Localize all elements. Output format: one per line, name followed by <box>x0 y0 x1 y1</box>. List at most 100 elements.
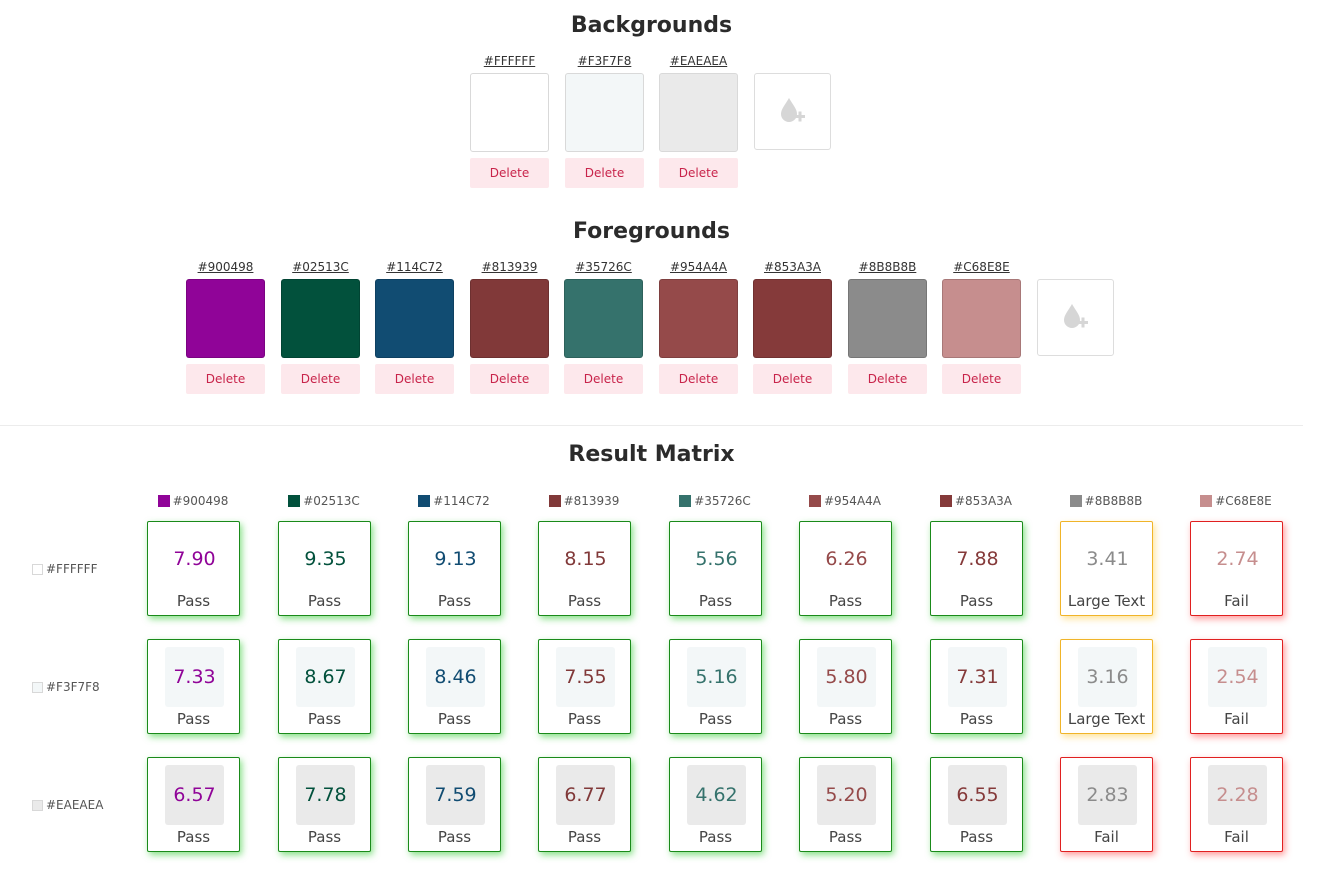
foreground-swatch-2: #114C72 Delete <box>375 260 454 394</box>
delete-button[interactable]: Delete <box>375 364 454 394</box>
contrast-status: Pass <box>307 828 342 846</box>
color-swatch[interactable] <box>470 279 549 358</box>
contrast-status: Pass <box>959 592 994 610</box>
contrast-result-cell: 5.80 Pass <box>799 639 892 734</box>
add-color-drop-icon <box>1063 303 1088 328</box>
delete-button[interactable]: Delete <box>186 364 265 394</box>
delete-button[interactable]: Delete <box>942 364 1021 394</box>
matrix-column-header: #813939 <box>519 494 649 508</box>
foreground-swatch-8: #C68E8E Delete <box>942 260 1021 394</box>
color-swatch[interactable] <box>659 279 738 358</box>
contrast-ratio: 8.15 <box>556 529 615 589</box>
background-color-chip <box>32 563 43 575</box>
contrast-ratio: 7.31 <box>948 647 1007 707</box>
contrast-ratio: 3.41 <box>1078 529 1137 589</box>
contrast-ratio: 6.55 <box>948 765 1007 825</box>
color-swatch[interactable] <box>564 279 643 358</box>
contrast-ratio: 9.13 <box>426 529 485 589</box>
delete-button[interactable]: Delete <box>659 158 738 188</box>
contrast-result-cell: 5.20 Pass <box>799 757 892 852</box>
delete-button[interactable]: Delete <box>281 364 360 394</box>
contrast-result-cell: 9.35 Pass <box>278 521 371 616</box>
contrast-status: Pass <box>828 710 863 728</box>
swatch-hex-link[interactable]: #EAEAEA <box>659 54 738 68</box>
swatch-hex-link[interactable]: #35726C <box>564 260 643 274</box>
add-color-drop-icon <box>1038 280 1113 355</box>
contrast-status: Pass <box>828 828 863 846</box>
column-hex-label: #8B8B8B <box>1084 494 1143 508</box>
delete-button[interactable]: Delete <box>470 158 549 188</box>
foreground-swatch-5: #954A4A Delete <box>659 260 738 394</box>
color-swatch[interactable] <box>942 279 1021 358</box>
foreground-color-chip <box>679 495 692 507</box>
contrast-ratio: 6.26 <box>817 529 876 589</box>
column-hex-label: #114C72 <box>433 494 490 508</box>
swatch-hex-link[interactable]: #813939 <box>470 260 549 274</box>
backgrounds-title: Backgrounds <box>570 13 733 38</box>
background-color-chip <box>32 799 43 811</box>
foreground-swatch-3: #813939 Delete <box>470 260 549 394</box>
swatch-hex-link[interactable]: #853A3A <box>753 260 832 274</box>
row-hex-label: #F3F7F8 <box>46 680 100 694</box>
color-swatch[interactable] <box>753 279 832 358</box>
contrast-status: Pass <box>437 828 472 846</box>
contrast-status: Pass <box>828 592 863 610</box>
color-swatch[interactable] <box>470 73 549 152</box>
matrix-column-header: #114C72 <box>389 494 519 508</box>
contrast-status: Pass <box>959 710 994 728</box>
contrast-status: Large Text <box>1067 710 1146 728</box>
column-hex-label: #853A3A <box>954 494 1012 508</box>
contrast-result-cell: 6.55 Pass <box>930 757 1023 852</box>
swatch-hex-link[interactable]: #FFFFFF <box>470 54 549 68</box>
delete-button[interactable]: Delete <box>848 364 927 394</box>
contrast-ratio: 5.80 <box>817 647 876 707</box>
contrast-ratio: 9.35 <box>296 529 355 589</box>
contrast-result-cell: 7.55 Pass <box>538 639 631 734</box>
color-swatch[interactable] <box>565 73 644 152</box>
add-background-button[interactable] <box>754 73 831 150</box>
contrast-result-cell: 7.59 Pass <box>408 757 501 852</box>
swatch-hex-link[interactable]: #900498 <box>186 260 265 274</box>
matrix-column-header: #35726C <box>650 494 780 508</box>
swatch-hex-link[interactable]: #02513C <box>281 260 360 274</box>
add-foreground-button[interactable] <box>1037 279 1114 356</box>
swatch-hex-link[interactable]: #8B8B8B <box>848 260 927 274</box>
color-swatch[interactable] <box>848 279 927 358</box>
foreground-swatch-6: #853A3A Delete <box>753 260 832 394</box>
contrast-ratio: 5.16 <box>687 647 746 707</box>
color-swatch[interactable] <box>281 279 360 358</box>
swatch-hex-link[interactable]: #F3F7F8 <box>565 54 644 68</box>
column-hex-label: #35726C <box>694 494 751 508</box>
color-swatch[interactable] <box>659 73 738 152</box>
color-swatch[interactable] <box>186 279 265 358</box>
contrast-result-cell: 2.74 Fail <box>1190 521 1283 616</box>
delete-button[interactable]: Delete <box>470 364 549 394</box>
foreground-swatch-7: #8B8B8B Delete <box>848 260 927 394</box>
contrast-result-cell: 3.41 Large Text <box>1060 521 1153 616</box>
delete-button[interactable]: Delete <box>565 158 644 188</box>
foreground-color-chip <box>808 495 821 507</box>
delete-button[interactable]: Delete <box>659 364 738 394</box>
contrast-ratio: 7.33 <box>165 647 224 707</box>
foreground-swatch-4: #35726C Delete <box>564 260 643 394</box>
delete-button[interactable]: Delete <box>753 364 832 394</box>
contrast-status: Pass <box>698 710 733 728</box>
contrast-ratio: 7.78 <box>296 765 355 825</box>
contrast-result-cell: 2.83 Fail <box>1060 757 1153 852</box>
swatch-hex-link[interactable]: #954A4A <box>659 260 738 274</box>
delete-button[interactable]: Delete <box>564 364 643 394</box>
swatch-hex-link[interactable]: #114C72 <box>375 260 454 274</box>
contrast-ratio: 3.16 <box>1078 647 1137 707</box>
contrast-status: Pass <box>176 828 211 846</box>
contrast-result-cell: 6.77 Pass <box>538 757 631 852</box>
matrix-column-header: #954A4A <box>780 494 910 508</box>
foregrounds-title: Foregrounds <box>573 219 730 244</box>
swatch-hex-link[interactable]: #C68E8E <box>942 260 1021 274</box>
column-hex-label: #C68E8E <box>1215 494 1272 508</box>
contrast-status: Pass <box>959 828 994 846</box>
section-divider <box>0 425 1303 426</box>
color-swatch[interactable] <box>375 279 454 358</box>
contrast-result-cell: 9.13 Pass <box>408 521 501 616</box>
foreground-color-chip <box>418 495 431 507</box>
contrast-status: Pass <box>698 828 733 846</box>
